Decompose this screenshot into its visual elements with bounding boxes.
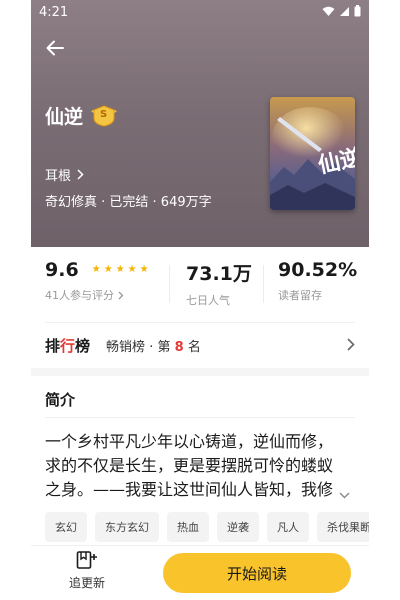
author-link[interactable]: 耳根: [45, 165, 84, 184]
rating-stat: 9.6 ★ ★ ★ ★ ★ 41人参与评分: [45, 259, 149, 303]
ranking-dot: ·: [149, 340, 154, 355]
popularity-stat: 73.1万 七日人气: [186, 259, 252, 308]
ranking-list-name: 畅销榜: [106, 340, 146, 355]
intro-divider: [45, 417, 355, 418]
book-meta: 奇幻修真 · 已完结 · 649万字: [45, 195, 212, 210]
star-icon: ★: [127, 264, 137, 275]
rating-value: 9.6: [45, 259, 79, 281]
status-time: 4:21: [39, 5, 69, 20]
expand-intro-button[interactable]: [339, 484, 350, 503]
author-name: 耳根: [45, 169, 72, 184]
chevron-down-icon: [339, 492, 350, 499]
tag-list: 玄幻 东方玄幻 热血 逆袭 凡人 杀伐果断: [45, 512, 369, 542]
book-cover[interactable]: 仙逆: [270, 97, 355, 210]
intro-heading: 简介: [45, 391, 76, 409]
star-icon: ★: [103, 264, 113, 275]
retention-label: 读者留存: [278, 289, 322, 302]
battery-icon: [354, 5, 361, 17]
follow-updates-button[interactable]: 追更新: [51, 550, 123, 598]
book-header: 4:21 仙逆 S 耳根 奇幻修真 · 已完结 · 649万字 仙逆: [31, 0, 369, 247]
book-detail-screen: 4:21 仙逆 S 耳根 奇幻修真 · 已完结 · 649万字 仙逆 9.6 ★…: [31, 0, 369, 600]
book-cover-art: 仙逆: [270, 97, 355, 210]
retention-value: 90.52%: [278, 259, 358, 281]
arrow-left-icon: [46, 40, 64, 56]
ranking-suffix: 名: [187, 340, 201, 355]
status-icons: [322, 5, 361, 17]
retention-stat: 90.52% 读者留存: [278, 259, 357, 303]
back-button[interactable]: [43, 36, 67, 60]
tag-chip[interactable]: 凡人: [267, 512, 309, 542]
tag-chip[interactable]: 东方玄幻: [95, 512, 159, 542]
tag-chip[interactable]: 热血: [167, 512, 209, 542]
rank-s-badge: S: [89, 104, 119, 127]
book-title-row: 仙逆 S: [45, 102, 119, 129]
ranking-text: 畅销榜 · 第 8 名: [106, 336, 201, 355]
badge-letter: S: [100, 108, 108, 120]
ranking-tag-part: 排: [45, 337, 61, 355]
ranking-tag: 排行榜: [45, 335, 90, 356]
rating-count: 41人参与评分: [45, 289, 114, 302]
popularity-label: 七日人气: [186, 294, 230, 307]
bookmark-add-icon: [76, 551, 97, 569]
star-icon: ★: [139, 264, 149, 275]
bottom-action-bar: 追更新 开始阅读: [31, 545, 369, 600]
tag-chip[interactable]: 玄幻: [45, 512, 87, 542]
ranking-tag-part: 榜: [75, 337, 91, 355]
tag-chip[interactable]: 杀伐果断: [317, 512, 369, 542]
wifi-icon: [322, 6, 335, 16]
star-icon: ★: [115, 264, 125, 275]
tag-chip[interactable]: 逆袭: [217, 512, 259, 542]
start-reading-button[interactable]: 开始阅读: [163, 553, 351, 593]
chevron-right-icon: [347, 338, 355, 351]
rating-count-link[interactable]: 41人参与评分: [45, 287, 149, 303]
book-title: 仙逆: [45, 106, 84, 128]
section-separator: [31, 368, 369, 376]
popularity-value: 73.1万: [186, 263, 252, 285]
follow-label: 追更新: [68, 576, 105, 590]
star-icon: ★: [91, 264, 101, 275]
ranking-number: 8: [174, 340, 184, 355]
ranking-row[interactable]: 排行榜 畅销榜 · 第 8 名: [45, 322, 355, 368]
rating-stars: ★ ★ ★ ★ ★: [92, 264, 149, 275]
chevron-right-icon: [118, 291, 124, 299]
chevron-right-icon: [77, 169, 84, 180]
ranking-prefix: 第: [157, 340, 171, 355]
book-stats: 9.6 ★ ★ ★ ★ ★ 41人参与评分 73.1万 七日人气 90.52% …: [31, 247, 369, 322]
signal-icon: [340, 6, 349, 16]
status-bar: 4:21: [31, 0, 369, 24]
stat-divider: [169, 265, 170, 303]
intro-text[interactable]: 一个乡村平凡少年以心铸道，逆仙而修，求的不仅是长生，更是要摆脱可怜的蝼蚁之身。—…: [45, 430, 345, 502]
stat-divider: [263, 265, 264, 303]
ranking-tag-part: 行: [60, 337, 76, 355]
